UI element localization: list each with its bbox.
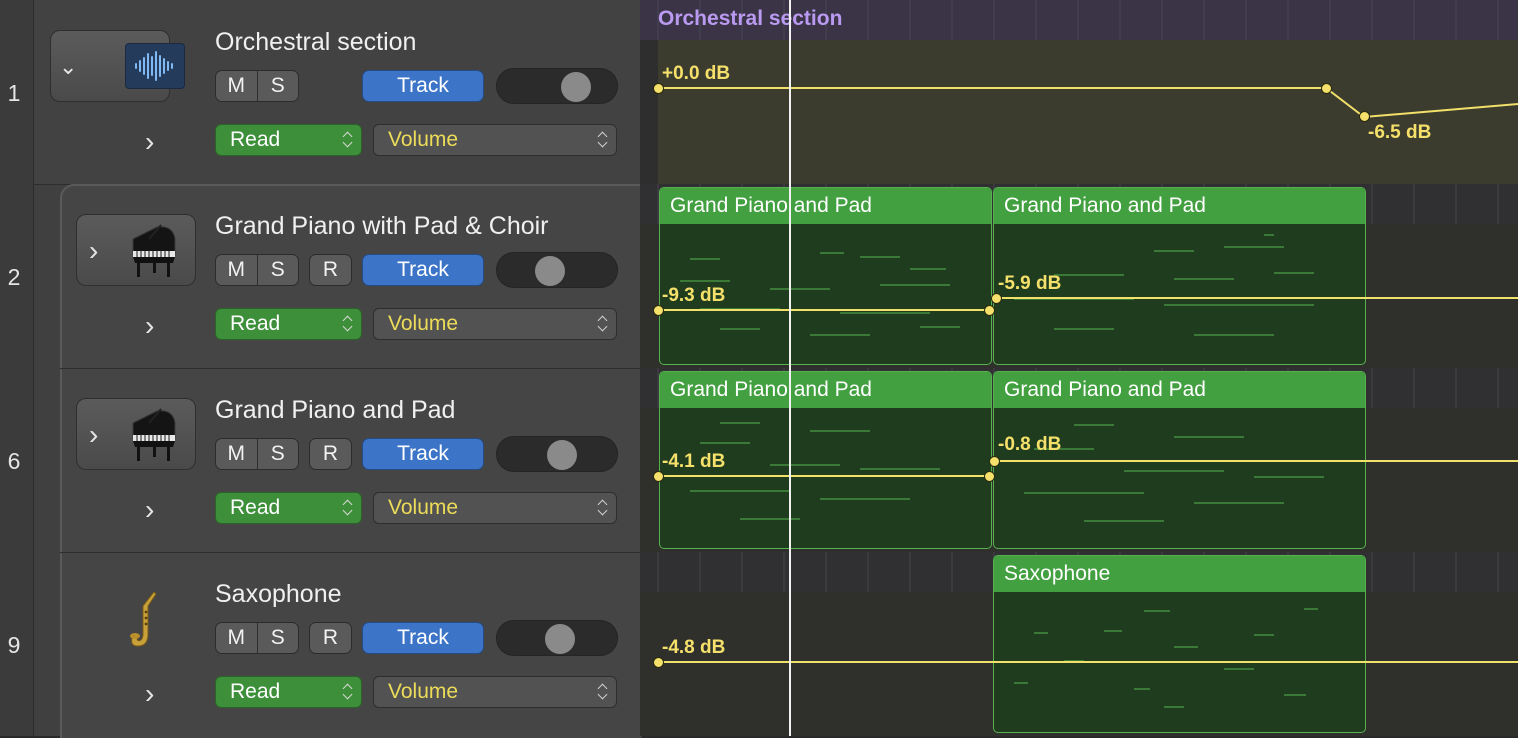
chevron-right-icon[interactable]: › <box>145 680 154 708</box>
automation-value-label: -9.3 dB <box>662 285 726 306</box>
automation-mode-value: Read <box>230 128 281 151</box>
solo-button[interactable]: S <box>256 71 299 101</box>
automation-value-label: -0.8 dB <box>998 434 1062 455</box>
grand-piano-icon <box>132 224 176 277</box>
automation-mode-select[interactable]: Read <box>215 492 362 524</box>
automation-node[interactable] <box>984 305 995 316</box>
chevron-right-icon[interactable]: › <box>89 421 98 449</box>
chevron-down-icon[interactable]: ⌄ <box>59 53 77 81</box>
mute-button[interactable]: M <box>216 623 257 653</box>
track-number: 2 <box>7 264 21 290</box>
stepper-arrows-icon <box>342 129 354 151</box>
automation-node[interactable] <box>989 456 1000 467</box>
automation-value-label: -6.5 dB <box>1368 122 1432 143</box>
track-icon-button[interactable]: ⌄ <box>50 30 185 102</box>
solo-button[interactable]: S <box>256 439 299 469</box>
saxophone-icon <box>130 591 157 647</box>
automation-mode-value: Read <box>230 680 281 703</box>
chevron-right-icon[interactable]: › <box>145 312 154 340</box>
track-number: 9 <box>7 632 21 658</box>
solo-button[interactable]: S <box>256 623 299 653</box>
track-button[interactable]: Track <box>362 70 484 102</box>
track-toggle[interactable] <box>496 436 618 472</box>
automation-parameter-value: Volume <box>388 496 459 519</box>
record-enable-button[interactable]: R <box>309 438 352 470</box>
stepper-arrows-icon <box>342 313 354 335</box>
chevron-right-icon[interactable]: › <box>145 496 154 524</box>
playhead[interactable] <box>789 0 791 736</box>
chevron-right-icon[interactable]: › <box>89 237 98 265</box>
automation-mode-value: Read <box>230 312 281 335</box>
toggle-knob <box>535 256 565 286</box>
automation-parameter-select[interactable]: Volume <box>373 308 617 340</box>
automation-mode-select[interactable]: Read <box>215 124 362 156</box>
track-number-column <box>0 0 34 736</box>
automation-parameter-select[interactable]: Volume <box>373 676 617 708</box>
solo-button[interactable]: S <box>256 255 299 285</box>
toggle-knob <box>547 440 577 470</box>
mute-solo-group: M S <box>215 70 299 102</box>
automation-mode-select[interactable]: Read <box>215 308 362 340</box>
stepper-arrows-icon <box>597 681 609 703</box>
automation-node[interactable] <box>1359 111 1370 122</box>
track-divider <box>60 552 640 553</box>
waveform-icon <box>125 43 185 89</box>
toggle-knob <box>561 72 591 102</box>
track-button[interactable]: Track <box>362 438 484 470</box>
automation-node[interactable] <box>1321 83 1332 94</box>
track-button[interactable]: Track <box>362 254 484 286</box>
mute-solo-group: M S <box>215 254 299 286</box>
track-button[interactable]: Track <box>362 622 484 654</box>
stepper-arrows-icon <box>342 681 354 703</box>
mute-button[interactable]: M <box>216 439 257 469</box>
automation-mode-select[interactable]: Read <box>215 676 362 708</box>
track-toggle[interactable] <box>496 620 618 656</box>
track-icon-button[interactable]: › <box>76 398 196 470</box>
automation-parameter-select[interactable]: Volume <box>373 492 617 524</box>
track-name[interactable]: Grand Piano with Pad & Choir <box>215 212 549 241</box>
automation-parameter-value: Volume <box>388 312 459 335</box>
grand-piano-icon <box>132 408 176 461</box>
track-name[interactable]: Orchestral section <box>215 28 416 57</box>
chevron-right-icon[interactable]: › <box>145 128 154 156</box>
automation-parameter-select[interactable]: Volume <box>373 124 617 156</box>
automation-parameter-value: Volume <box>388 128 459 151</box>
track-name[interactable]: Grand Piano and Pad <box>215 396 455 425</box>
automation-parameter-value: Volume <box>388 680 459 703</box>
track-divider <box>60 368 640 369</box>
mute-solo-group: M S <box>215 438 299 470</box>
mute-solo-group: M S <box>215 622 299 654</box>
automation-value-label: -5.9 dB <box>998 273 1062 294</box>
record-enable-button[interactable]: R <box>309 622 352 654</box>
stepper-arrows-icon <box>597 497 609 519</box>
mute-button[interactable]: M <box>216 255 257 285</box>
track-number: 6 <box>7 448 21 474</box>
stepper-arrows-icon <box>597 129 609 151</box>
toggle-knob <box>545 624 575 654</box>
stepper-arrows-icon <box>597 313 609 335</box>
automation-value-label: +0.0 dB <box>662 63 731 84</box>
track-icon-button[interactable]: › <box>76 214 196 286</box>
automation-value-label: -4.8 dB <box>662 637 726 658</box>
track-headers-panel: 1 2 6 9 ⌄ Orchestral section M S Track ›… <box>0 0 642 738</box>
automation-node[interactable] <box>984 471 995 482</box>
track-number: 1 <box>7 80 21 106</box>
automation-curves <box>658 87 1518 663</box>
track-toggle[interactable] <box>496 68 618 104</box>
record-enable-button[interactable]: R <box>309 254 352 286</box>
automation-mode-value: Read <box>230 496 281 519</box>
track-name[interactable]: Saxophone <box>215 580 342 609</box>
stepper-arrows-icon <box>342 497 354 519</box>
automation-value-label: -4.1 dB <box>662 451 726 472</box>
mute-button[interactable]: M <box>216 71 257 101</box>
track-toggle[interactable] <box>496 252 618 288</box>
